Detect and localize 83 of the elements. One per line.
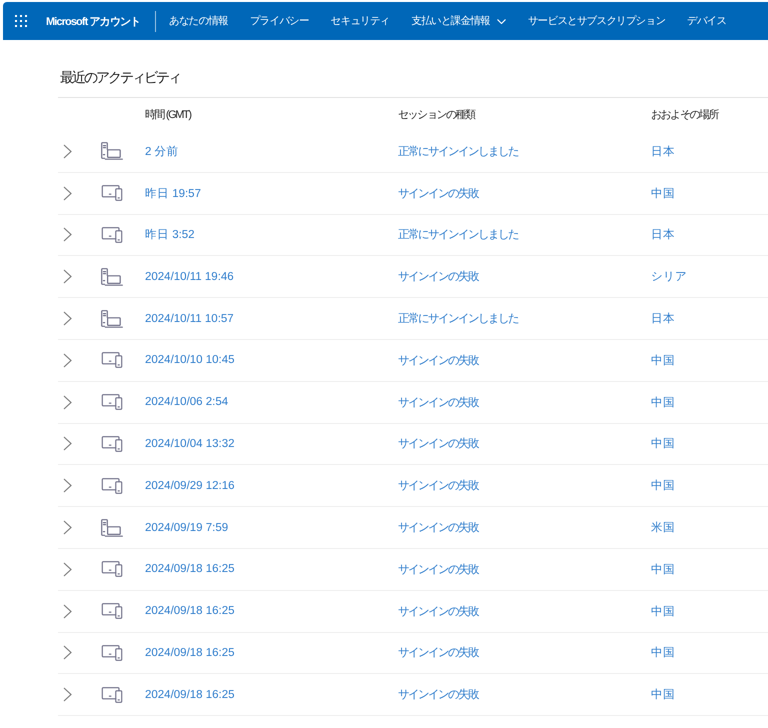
location-link[interactable]: 中国 (651, 687, 675, 702)
time-link[interactable]: 2024/09/19 7:59 (145, 522, 228, 534)
tablet-phone-icon (101, 686, 123, 703)
session-type-link[interactable]: サインインの失敗 (398, 478, 478, 494)
chevron-right-icon[interactable] (63, 227, 72, 242)
nav-menu-button[interactable]: 支払いと課金情報 (412, 14, 506, 28)
session-type-link[interactable]: サインインの失敗 (398, 604, 478, 619)
chevron-right-icon[interactable] (63, 436, 72, 452)
tablet-phone-icon (101, 644, 123, 661)
nav-link[interactable]: サービスとサブスクリプション (528, 14, 666, 28)
location-link[interactable]: 日本 (651, 311, 675, 326)
tablet-phone-icon (101, 478, 123, 494)
time-link[interactable]: 2024/10/06 2:54 (145, 396, 228, 408)
nav-link[interactable]: セキュリティ (330, 14, 390, 28)
nav-link[interactable]: あなたの情報 (169, 14, 228, 28)
chevron-right-icon[interactable] (63, 645, 72, 660)
chevron-right-icon[interactable] (63, 311, 72, 326)
time-link[interactable]: 2 分前 (145, 144, 179, 159)
section-title: 最近のアクティビティ (60, 68, 180, 87)
session-type-link[interactable]: サインインの失敗 (398, 394, 478, 410)
chevron-right-icon[interactable] (63, 604, 72, 619)
chevron-right-icon[interactable] (63, 687, 72, 702)
session-type-link[interactable]: サインインの失敗 (398, 645, 478, 660)
location-link[interactable]: 日本 (651, 144, 675, 159)
location-link[interactable]: 米国 (651, 520, 675, 536)
session-type-link[interactable]: サインインの失敗 (398, 352, 478, 368)
session-type-link[interactable]: サインインの失敗 (398, 687, 478, 702)
tablet-phone-icon (101, 394, 123, 410)
time-link[interactable]: 2024/10/04 13:32 (145, 438, 235, 450)
location-link[interactable]: 中国 (651, 186, 675, 201)
desktop-laptop-icon (101, 142, 123, 160)
location-link[interactable]: 中国 (651, 352, 675, 368)
chevron-right-icon[interactable] (63, 562, 72, 577)
session-type-link[interactable]: サインインの失敗 (398, 186, 478, 201)
nav-link[interactable]: デバイス (687, 14, 726, 28)
session-type-link[interactable]: サインインの失敗 (398, 562, 478, 577)
chevron-right-icon[interactable] (63, 520, 72, 536)
session-type-link[interactable]: サインインの失敗 (398, 269, 478, 284)
location-link[interactable]: 中国 (651, 436, 675, 452)
chevron-right-icon[interactable] (63, 186, 72, 201)
nav-link[interactable]: プライバシー (250, 14, 309, 28)
column-header: セッションの種類 (398, 108, 475, 122)
session-type-link[interactable]: サインインの失敗 (398, 520, 478, 536)
location-link[interactable]: 中国 (651, 604, 675, 619)
time-link[interactable]: 2024/09/29 12:16 (145, 480, 235, 492)
session-type-link[interactable]: 正常にサインインしました (398, 144, 518, 159)
chevron-down-icon (496, 18, 506, 24)
tablet-phone-icon (101, 226, 123, 243)
time-link[interactable]: 昨日 19:57 (145, 186, 201, 201)
tablet-phone-icon (101, 561, 123, 578)
column-header: おおよその場所 (651, 108, 718, 122)
time-link[interactable]: 2024/10/11 10:57 (145, 312, 234, 325)
session-type-link[interactable]: 正常にサインインしました (398, 311, 518, 326)
time-link[interactable]: 2024/09/18 16:25 (145, 563, 235, 576)
location-link[interactable]: 中国 (651, 562, 675, 577)
chevron-right-icon[interactable] (63, 478, 72, 494)
session-type-link[interactable]: 正常にサインインしました (398, 227, 518, 242)
column-header: 時間 (GMT) (145, 108, 191, 122)
location-link[interactable]: 中国 (651, 478, 675, 494)
tablet-phone-icon (101, 436, 123, 452)
brand-name[interactable]: Microsoft アカウント (46, 14, 140, 28)
chevron-right-icon[interactable] (63, 144, 72, 159)
chevron-right-icon[interactable] (63, 352, 72, 368)
tablet-phone-icon (101, 185, 123, 202)
time-link[interactable]: 2024/10/11 19:46 (145, 270, 234, 283)
desktop-laptop-icon (101, 268, 123, 286)
location-link[interactable]: シリア (651, 269, 687, 284)
app-grid-icon[interactable] (15, 15, 27, 27)
session-type-link[interactable]: サインインの失敗 (398, 436, 478, 452)
time-link[interactable]: 2024/09/18 16:25 (145, 605, 235, 618)
desktop-laptop-icon (101, 518, 123, 537)
time-link[interactable]: 2024/10/10 10:45 (145, 354, 235, 366)
desktop-laptop-icon (101, 310, 123, 328)
chevron-right-icon[interactable] (63, 269, 72, 284)
time-link[interactable]: 昨日 3:52 (145, 227, 195, 242)
location-link[interactable]: 日本 (651, 227, 675, 242)
location-link[interactable]: 中国 (651, 394, 675, 410)
time-link[interactable]: 2024/09/18 16:25 (145, 646, 235, 659)
location-link[interactable]: 中国 (651, 645, 675, 660)
time-link[interactable]: 2024/09/18 16:25 (145, 688, 235, 701)
chevron-right-icon[interactable] (63, 394, 72, 410)
tablet-phone-icon (101, 603, 123, 620)
tablet-phone-icon (101, 352, 123, 368)
